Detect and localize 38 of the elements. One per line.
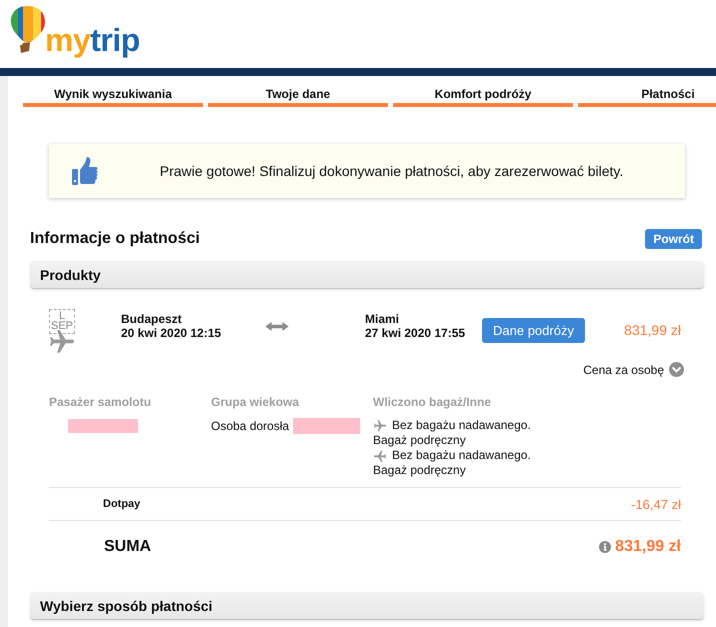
airplane-icon <box>374 420 386 432</box>
origin-city: Budapeszt <box>121 312 183 326</box>
info-icon[interactable] <box>599 541 612 553</box>
baggage-text: Bagaż podręczny <box>373 463 466 478</box>
thumbs-up-icon <box>72 157 98 185</box>
balloon-logo-icon <box>10 5 46 53</box>
total-amount: 831,99 zł <box>615 538 681 556</box>
section-title: Informacje o płatności <box>30 230 200 248</box>
double-arrow-icon <box>265 322 289 331</box>
logo-wordmark: mytrip <box>45 23 140 57</box>
destination-city: Miami <box>365 312 400 326</box>
total-label: SUMA <box>104 538 152 556</box>
baggage-text: Bez bagażu nadawanego. <box>392 448 531 463</box>
progress-step[interactable]: Komfort podróży <box>393 87 573 107</box>
column-header: Pasażer samolotu <box>49 395 152 410</box>
column-header: Wliczono bagaż/Inne <box>373 395 492 410</box>
flight-price: 831,99 zł <box>624 322 681 338</box>
price-per-person-toggle[interactable]: Cena za osobę <box>583 362 684 377</box>
departure-datetime: 20 kwi 2020 12:15 <box>121 326 222 340</box>
fee-amount: -16,47 zł <box>631 496 681 512</box>
progress-step[interactable]: Twoje dane <box>208 87 388 107</box>
image-alt-text: L <box>58 311 66 321</box>
airplane-icon <box>374 450 386 462</box>
progress-step[interactable]: Płatności <box>578 87 716 107</box>
section-header[interactable]: Produkty <box>30 261 704 289</box>
arrival-datetime: 27 kwi 2020 17:55 <box>365 326 466 340</box>
column-header: Grupa wiekowa <box>211 395 300 410</box>
baggage-text: Bez bagażu nadawanego. <box>392 418 531 433</box>
airplane-icon <box>49 330 75 354</box>
image-alt-text: SEP <box>50 321 73 331</box>
age-group-text: Osoba dorosła <box>211 418 290 434</box>
section-header[interactable]: Wybierz sposób płatności <box>30 592 704 620</box>
trip-details-button[interactable]: Dane podróży <box>482 318 585 343</box>
back-button[interactable]: Powrót <box>645 229 702 249</box>
progress-step[interactable]: Wynik wyszukiwania <box>23 87 203 107</box>
notice-text: Prawie gotowe! Sfinalizuj dokonywanie płatności, aby zarezerwować bilety. <box>158 163 624 179</box>
fee-label: Dotpay <box>103 498 140 510</box>
baggage-text: Bagaż podręczny <box>373 433 466 448</box>
